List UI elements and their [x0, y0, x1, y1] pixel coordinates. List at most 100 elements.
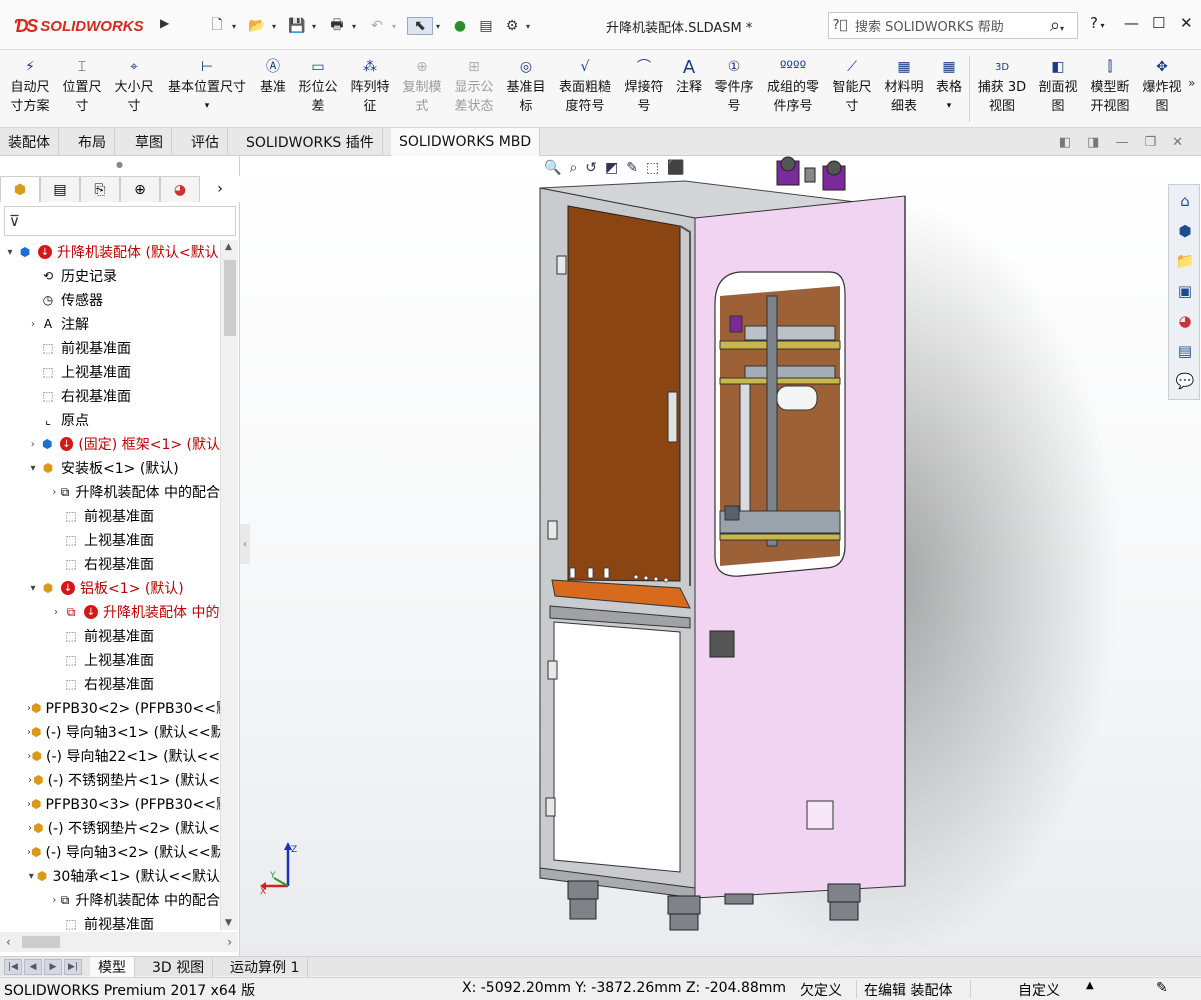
tab-sketch[interactable]: 草图: [127, 128, 172, 156]
expand-arrow-icon[interactable]: ›: [50, 607, 62, 618]
tree-item[interactable]: › ⬢ PFPB30<2> (PFPB30<<默: [0, 696, 220, 720]
new-dropdown-icon[interactable]: ▾: [229, 22, 239, 31]
menu-expand-arrow-icon[interactable]: ▶: [160, 16, 172, 34]
print-dropdown-icon[interactable]: ▾: [349, 22, 359, 31]
panel-grip-icon[interactable]: ●: [116, 160, 123, 169]
dynamic-annotation-icon[interactable]: ✎: [626, 160, 638, 176]
scroll-right-icon[interactable]: ›: [227, 935, 232, 949]
previous-view-icon[interactable]: ↺: [585, 160, 597, 176]
tree-item[interactable]: ⬚ 右视基准面: [0, 384, 220, 408]
ribbon-overflow-icon[interactable]: »: [1188, 76, 1195, 90]
tree-item[interactable]: › ⬢ (-) 导向轴3<1> (默认<<默: [0, 720, 220, 744]
auto-dimension-scheme-button[interactable]: ⚡ 自动尺 寸方案: [6, 56, 54, 116]
pane-restore-icon[interactable]: ❐: [1144, 135, 1156, 150]
tree-filter-field[interactable]: ⊽: [4, 206, 236, 236]
scroll-left-icon[interactable]: ‹: [6, 935, 11, 949]
tree-item[interactable]: ⬚ 前视基准面: [0, 912, 220, 930]
pane-right-icon[interactable]: ◨: [1087, 135, 1099, 150]
show-tolerance-status-button[interactable]: ⊞ 显示公 差状态: [450, 56, 498, 116]
panel-splitter[interactable]: ‹: [240, 524, 250, 564]
tree-item[interactable]: ⬚ 上视基准面: [0, 528, 220, 552]
section-view-button[interactable]: ◧ 剖面视图: [1034, 56, 1082, 116]
tree-item[interactable]: › ⬢ (-) 不锈钢垫片<1> (默认<: [0, 768, 220, 792]
location-dimension-button[interactable]: ⌶ 位置尺寸: [58, 56, 106, 116]
undo-icon[interactable]: ↶: [365, 18, 389, 34]
exploded-view-button[interactable]: ✥ 爆炸视图: [1138, 56, 1186, 116]
minimize-icon[interactable]: —: [1124, 14, 1139, 32]
tree-item[interactable]: ▾ ⬢ 安装板<1> (默认): [0, 456, 220, 480]
tabs-more-icon[interactable]: ›: [200, 176, 240, 202]
open-document-icon[interactable]: 📂: [245, 18, 269, 34]
first-tab-icon[interactable]: |◀: [4, 959, 22, 975]
zoom-to-fit-icon[interactable]: 🔍: [544, 160, 561, 176]
rebuild-traffic-light-icon[interactable]: ●: [449, 18, 471, 34]
display-manager-tab-icon[interactable]: ◕: [160, 176, 200, 202]
design-library-icon[interactable]: ⬢: [1173, 219, 1197, 243]
save-dropdown-icon[interactable]: ▾: [309, 22, 319, 31]
solidworks-logo[interactable]: ƊS SOLIDWORKS: [14, 14, 154, 38]
zoom-to-area-icon[interactable]: ⌕: [569, 160, 577, 176]
unit-system[interactable]: 自定义: [1018, 980, 1060, 1000]
search-input[interactable]: 搜索 SOLIDWORKS 帮助: [851, 16, 1037, 35]
pattern-feature-button[interactable]: ⁂ 阵列特征: [346, 56, 394, 116]
filter-icon[interactable]: ⊽: [9, 212, 20, 230]
tab-evaluate[interactable]: 评估: [183, 128, 228, 156]
tab-assembly[interactable]: 装配体: [0, 128, 59, 156]
tree-item[interactable]: › ⬢ (-) 导向轴3<2> (默认<<默: [0, 840, 220, 864]
stacked-balloon-button[interactable]: ºººº 成组的零 件序号: [762, 56, 824, 116]
smart-dimension-button[interactable]: ⟋ 智能尺寸: [828, 56, 876, 116]
custom-properties-icon[interactable]: ▤: [1173, 339, 1197, 363]
maximize-icon[interactable]: ☐: [1152, 14, 1165, 32]
tree-item[interactable]: ▾ ⬢ ↓ 铝板<1> (默认): [0, 576, 220, 600]
tab-layout[interactable]: 布局: [70, 128, 115, 156]
tree-item[interactable]: › ⬢ (-) 导向轴22<1> (默认<<: [0, 744, 220, 768]
view-orientation-icon[interactable]: ⬚: [646, 160, 659, 176]
tab-model[interactable]: 模型: [90, 957, 135, 977]
tab-solidworks-mbd[interactable]: SOLIDWORKS MBD: [391, 128, 541, 156]
pane-close-icon[interactable]: ✕: [1172, 135, 1183, 150]
help-button[interactable]: ? ▾: [1090, 14, 1105, 32]
tab-motion-study[interactable]: 运动算例 1: [222, 957, 309, 977]
status-tools-icon[interactable]: ✎: [1156, 980, 1168, 996]
expand-arrow-icon[interactable]: ▾: [27, 583, 39, 594]
scroll-thumb[interactable]: [224, 260, 236, 336]
new-document-icon[interactable]: 🗋: [205, 14, 229, 38]
print-icon[interactable]: 🖶: [325, 14, 349, 38]
display-style-icon[interactable]: ⬛: [667, 160, 684, 176]
tree-item[interactable]: ▾ ⬢ 30轴承<1> (默认<<默认: [0, 864, 220, 888]
tree-item[interactable]: ⬚ 前视基准面: [0, 504, 220, 528]
tree-item[interactable]: ⟲ 历史记录: [0, 264, 220, 288]
datum-button[interactable]: Ⓐ 基准: [256, 56, 290, 97]
undo-dropdown-icon[interactable]: ▾: [389, 22, 399, 31]
tree-item[interactable]: › ⧉ 升降机装配体 中的配合: [0, 480, 220, 504]
graphics-area[interactable]: [240, 156, 1201, 956]
units-dropdown-icon[interactable]: ▲: [1086, 980, 1094, 991]
capture-3d-view-button[interactable]: 3D 捕获 3D 视图: [974, 56, 1030, 116]
tab-solidworks-addins[interactable]: SOLIDWORKS 插件: [238, 128, 383, 156]
tree-item[interactable]: › ⧉ ↓ 升降机装配体 中的: [0, 600, 220, 624]
tree-item[interactable]: ▾ ⬢ ↓ 升降机装配体 (默认<默认: [0, 240, 220, 264]
scroll-down-icon[interactable]: ▼: [225, 918, 232, 928]
section-view-toolbar-icon[interactable]: ◩: [605, 160, 618, 176]
tree-item[interactable]: › A 注解: [0, 312, 220, 336]
size-dimension-button[interactable]: ⌖ 大小尺寸: [110, 56, 158, 116]
forum-icon[interactable]: 💬: [1173, 369, 1197, 393]
dropdown-icon[interactable]: ▾: [947, 97, 952, 116]
tree-item[interactable]: ⬚ 上视基准面: [0, 648, 220, 672]
file-properties-icon[interactable]: ▤: [475, 18, 497, 34]
expand-arrow-icon[interactable]: ›: [50, 895, 59, 906]
tree-vertical-scrollbar[interactable]: ▲ ▼: [220, 240, 238, 930]
copy-scheme-button[interactable]: ⊕ 复制模式: [398, 56, 446, 116]
file-explorer-icon[interactable]: 📁: [1173, 249, 1197, 273]
pane-minimize-icon[interactable]: —: [1115, 135, 1128, 150]
expand-arrow-icon[interactable]: ›: [27, 439, 39, 450]
next-tab-icon[interactable]: ▶: [44, 959, 62, 975]
note-button[interactable]: A 注释: [672, 56, 706, 97]
tree-item[interactable]: ⬚ 前视基准面: [0, 624, 220, 648]
expand-arrow-icon[interactable]: ▾: [27, 463, 39, 474]
solidworks-resources-home-icon[interactable]: ⌂: [1173, 189, 1197, 213]
expand-arrow-icon[interactable]: ›: [50, 487, 59, 498]
property-manager-tab-icon[interactable]: ▤: [40, 176, 80, 202]
tree-item[interactable]: ◷ 传感器: [0, 288, 220, 312]
close-icon[interactable]: ✕: [1180, 14, 1193, 32]
